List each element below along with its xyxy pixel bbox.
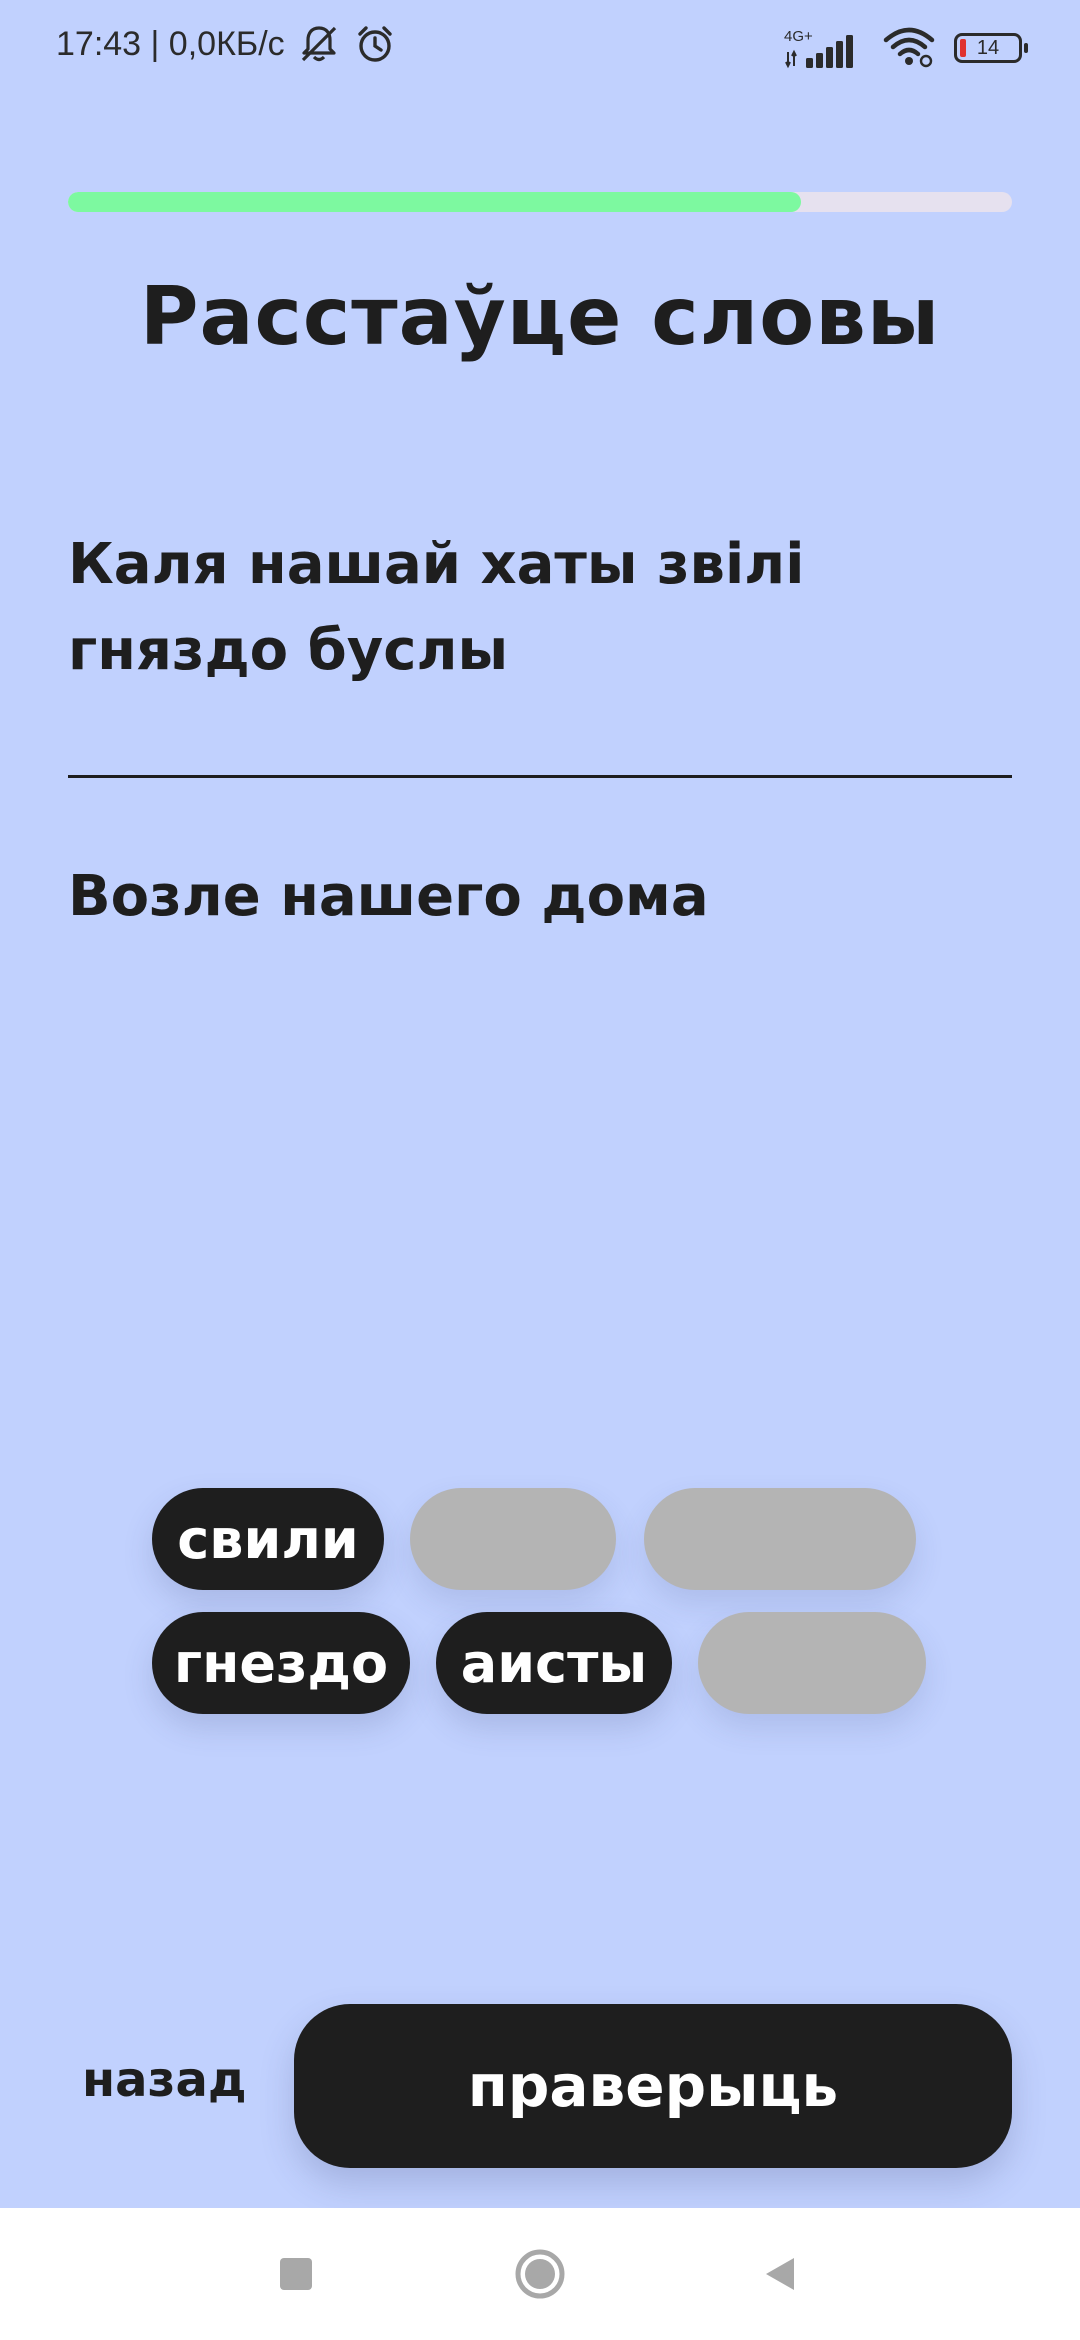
status-left: 17:43 | 0,0КБ/с [56, 22, 397, 66]
wifi-icon [882, 24, 936, 72]
system-nav-bar [0, 2208, 1080, 2340]
battery-icon: 14 [954, 33, 1028, 63]
home-icon[interactable] [480, 2208, 600, 2340]
recent-apps-icon[interactable] [236, 2208, 356, 2340]
back-icon[interactable] [720, 2208, 840, 2340]
lesson-progress-bar [68, 192, 1012, 212]
back-button[interactable]: назад [82, 2052, 247, 2108]
word-chip-svili[interactable]: свили [152, 1488, 384, 1590]
alarm-icon [353, 22, 397, 66]
divider [68, 775, 1012, 778]
page-title: Расстаўце словы [139, 270, 941, 363]
status-time-speed: 17:43 | 0,0КБ/с [56, 24, 285, 63]
lesson-progress-fill [68, 192, 802, 212]
signal-icon: 4G+ [784, 26, 864, 70]
word-chip-placeholder [698, 1612, 926, 1714]
status-bar: 17:43 | 0,0КБ/с 4G+ 14 [0, 0, 1080, 96]
battery-level: 14 [976, 36, 1000, 59]
answer-sentence[interactable]: Возле нашего дома [68, 864, 709, 929]
word-chip-aisty[interactable]: аисты [436, 1612, 672, 1714]
word-chip-placeholder [410, 1488, 616, 1590]
status-right: 4G+ 14 [766, 24, 1028, 72]
source-sentence: Каля нашай хаты звілі гняздо буслы [68, 532, 805, 683]
word-chip-gnezdo[interactable]: гнездо [152, 1612, 410, 1714]
check-button[interactable]: праверыць [294, 2004, 1012, 2168]
word-chip-placeholder [644, 1488, 916, 1590]
bell-muted-icon [297, 22, 341, 66]
